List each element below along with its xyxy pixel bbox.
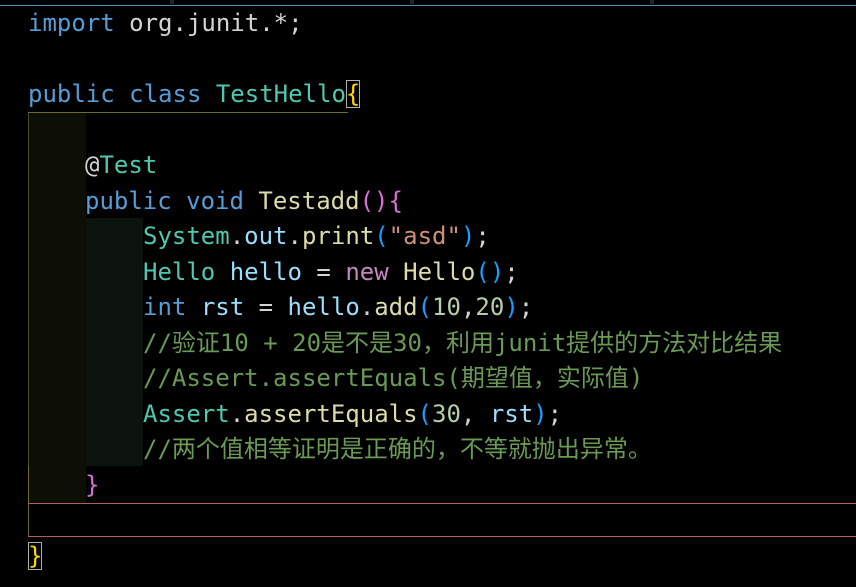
token-keyword: new [345,257,389,286]
code-line-8[interactable]: Hello hello = new Hello(); [0,255,856,291]
token-operator: = [316,257,331,286]
token-class-name: TestHello [215,80,346,108]
token-method-name: print [301,222,375,250]
token-class-name: Hello [143,257,216,286]
token-comma: , [460,399,490,428]
token-semicolon: ; [547,399,563,428]
token-paren: ) [374,186,389,215]
token-paren: ( [359,186,375,215]
token-paren: ) [489,257,505,286]
token-comment: //验证10 + 20是不是30，利用junit提供的方法对比结果 [143,328,783,357]
code-line-5[interactable]: @Test [0,148,856,184]
token-string: "asd" [388,222,461,250]
token-paren: ( [475,257,490,286]
token-open-brace: { [345,80,361,108]
code-line-4[interactable] [0,113,856,149]
token-paren: ( [417,399,432,428]
token-comment: //Assert.assertEquals(期望值，实际值) [143,364,644,392]
token-keyword: int [143,293,187,321]
token-paren: ) [533,399,548,428]
token-dot: . [229,222,245,250]
token-dot: . [287,222,302,250]
code-editor[interactable]: import org.junit.*; public class TestHel… [0,0,856,587]
token-method-name: Testadd [258,186,360,215]
code-line-13[interactable]: //两个值相等证明是正确的，不等就抛出异常。 [0,432,856,468]
code-line-6[interactable]: public void Testadd(){ [0,184,856,220]
token-comment: //两个值相等证明是正确的，不等就抛出异常。 [143,435,652,463]
token-number: 20 [475,293,505,321]
token-method-name: add [374,293,418,321]
token-number: 10 [432,293,461,321]
token-paren: ) [504,293,519,321]
token-semicolon: ; [518,293,534,321]
token-number: 30 [432,399,461,428]
code-line-15[interactable] [0,503,856,539]
token-annotation: @Test [85,151,158,179]
code-line-16[interactable]: } [0,539,856,575]
token-variable: rst [489,399,534,428]
code-line-11[interactable]: //Assert.assertEquals(期望值，实际值) [0,361,856,397]
code-line-14[interactable]: } [0,468,856,504]
code-line-3[interactable]: public class TestHello{ [0,77,856,113]
token-keyword: public [85,186,172,215]
token-class-name: System [143,222,230,250]
token-comma: , [460,293,476,321]
token-open-brace: { [388,186,403,215]
token-keyword: import [28,9,115,37]
token-keyword: public [28,80,115,108]
code-line-1[interactable]: import org.junit.*; [0,6,856,42]
token-keyword: class [129,80,202,108]
token-dot: . [229,399,245,428]
token-variable: hello [229,257,302,286]
code-line-9[interactable]: int rst = hello.add(10,20); [0,290,856,326]
token-class-name: Assert [143,399,230,428]
token-semicolon: ; [475,222,490,250]
token-close-brace: } [85,470,100,499]
code-line-7[interactable]: System.out.print("asd"); [0,219,856,255]
token-constructor: Hello [403,257,476,286]
token-variable: rst [200,293,245,321]
code-line-2[interactable] [0,42,856,78]
token-paren: ) [460,222,476,250]
token-paren: ( [417,293,433,321]
token-dot: . [359,293,375,321]
token-operator: = [258,293,274,321]
token-field: out [244,222,288,250]
token-variable: hello [287,293,360,321]
code-area[interactable]: import org.junit.*; public class TestHel… [0,6,856,574]
token-paren: ( [374,222,389,250]
code-line-12[interactable]: Assert.assertEquals(30, rst); [0,397,856,433]
token-package: org.junit.*; [129,9,303,37]
token-close-brace: } [28,541,43,570]
token-method-name: assertEquals [244,399,418,428]
token-semicolon: ; [504,257,519,286]
token-keyword: void [186,186,244,215]
code-line-10[interactable]: //验证10 + 20是不是30，利用junit提供的方法对比结果 [0,326,856,362]
